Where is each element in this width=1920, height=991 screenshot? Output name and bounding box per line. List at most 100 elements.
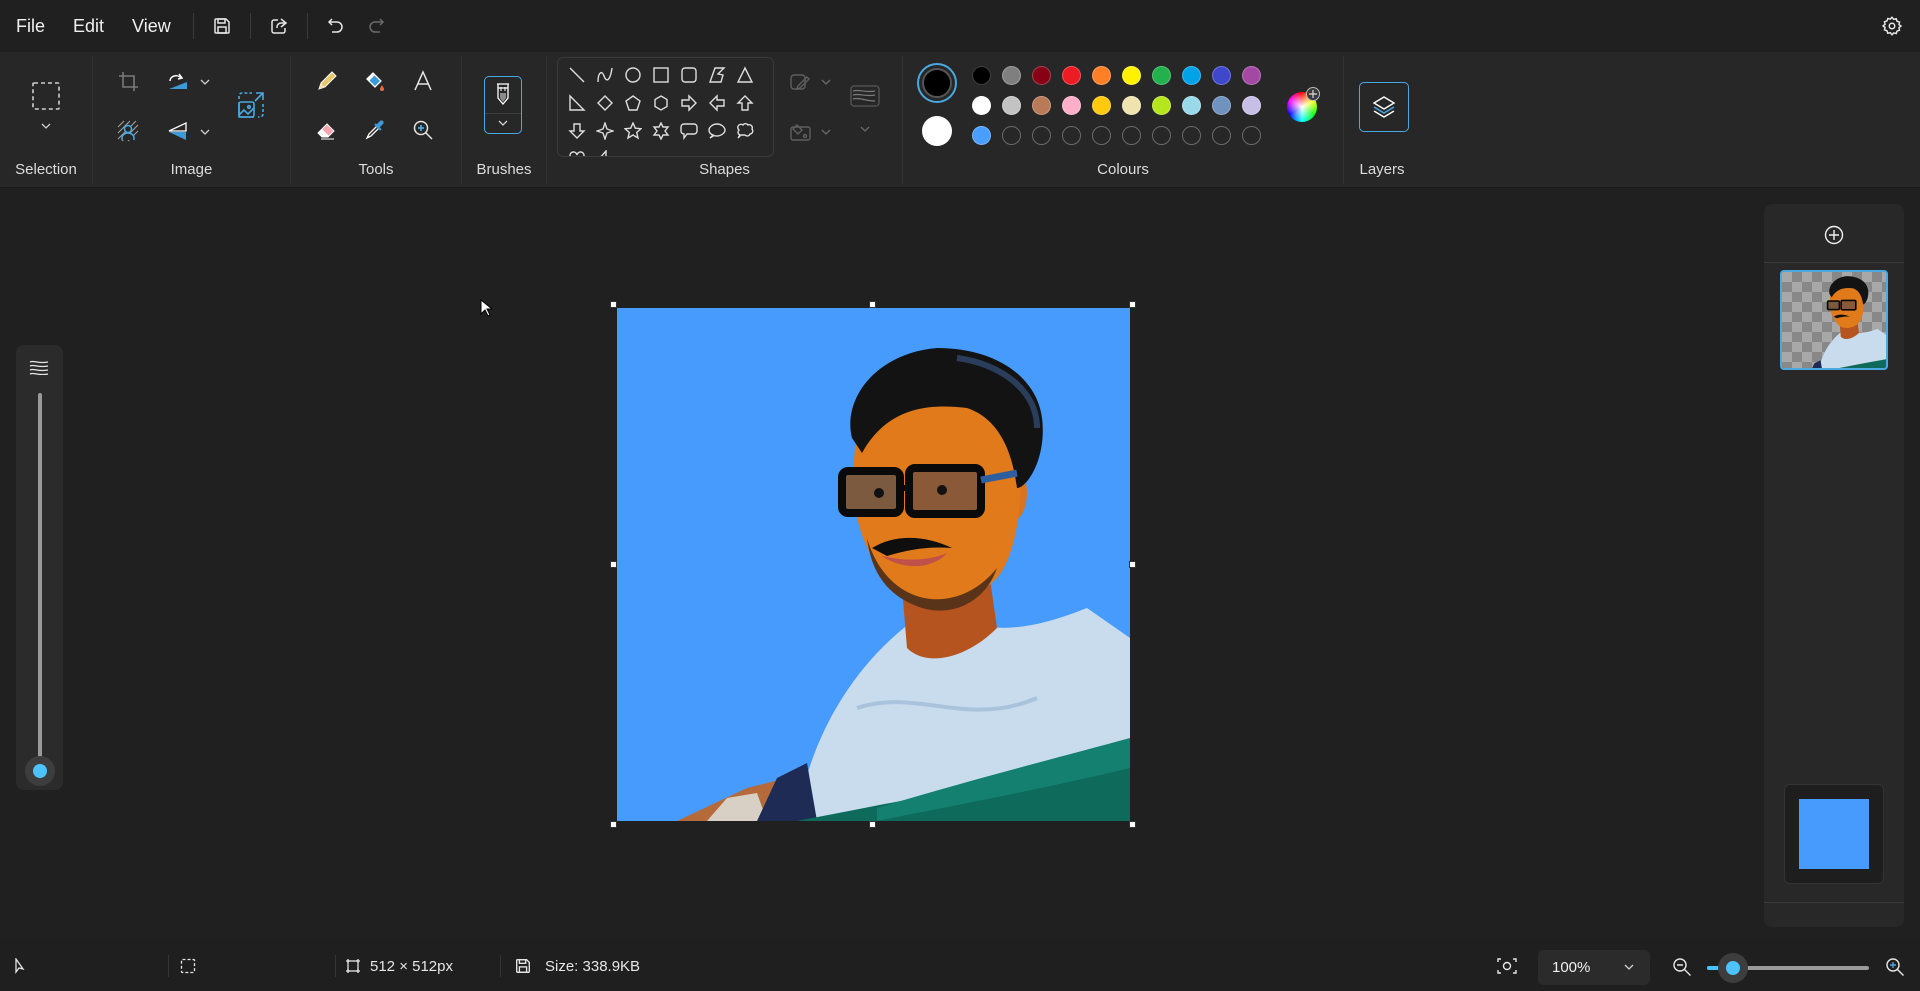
resize-handle-top-left[interactable] <box>610 301 617 308</box>
colour-picker-button[interactable] <box>360 115 390 145</box>
shape-left-arrow[interactable] <box>704 90 730 116</box>
selection-dropdown[interactable] <box>38 120 54 132</box>
brushes-dropdown[interactable] <box>485 115 520 131</box>
shape-four-point-star[interactable] <box>592 118 618 144</box>
colour-swatch[interactable] <box>1002 66 1021 85</box>
shape-curve[interactable] <box>592 62 618 88</box>
rotate-button[interactable] <box>163 66 193 96</box>
primary-colour-button[interactable] <box>917 63 957 103</box>
layer-thumbnail-portrait[interactable] <box>1780 270 1888 370</box>
shape-diamond[interactable] <box>592 90 618 116</box>
save-button[interactable] <box>202 6 242 46</box>
shape-up-arrow[interactable] <box>732 90 758 116</box>
shape-right-triangle[interactable] <box>564 90 590 116</box>
shape-fill-button[interactable] <box>787 118 815 146</box>
custom-colour-slot[interactable] <box>1182 126 1201 145</box>
shape-heart[interactable] <box>564 146 590 156</box>
resize-handle-top[interactable] <box>869 301 876 308</box>
shape-cloud-callout[interactable] <box>732 118 758 144</box>
resize-handle-top-right[interactable] <box>1129 301 1136 308</box>
stroke-size-dropdown[interactable] <box>857 122 873 136</box>
zoom-level-dropdown[interactable]: 100% <box>1538 950 1650 985</box>
colour-swatch[interactable] <box>1242 66 1261 85</box>
redo-button[interactable] <box>356 6 396 46</box>
shape-polygon[interactable] <box>704 62 730 88</box>
colour-swatch[interactable] <box>1212 66 1231 85</box>
shape-oval-callout[interactable] <box>704 118 730 144</box>
custom-colour-slot[interactable] <box>1152 126 1171 145</box>
custom-colour-slot[interactable] <box>1092 126 1111 145</box>
resize-button[interactable] <box>234 88 268 122</box>
crop-button[interactable] <box>115 68 143 96</box>
resize-handle-left[interactable] <box>610 561 617 568</box>
eraser-button[interactable] <box>312 115 342 145</box>
brushes-button[interactable] <box>484 76 522 134</box>
shape-line[interactable] <box>564 62 590 88</box>
opacity-slider-thumb[interactable] <box>25 756 55 786</box>
shape-rounded-callout[interactable] <box>676 118 702 144</box>
stroke-size-button[interactable] <box>848 82 882 110</box>
shape-outline-button[interactable] <box>787 68 815 96</box>
resize-handle-bottom-left[interactable] <box>610 821 617 828</box>
rotate-dropdown[interactable] <box>197 74 213 90</box>
resize-handle-bottom[interactable] <box>869 821 876 828</box>
add-layer-button[interactable] <box>1819 220 1849 250</box>
colour-swatch[interactable] <box>1092 96 1111 115</box>
menu-view[interactable]: View <box>118 8 185 44</box>
colour-swatch[interactable] <box>972 66 991 85</box>
colour-swatch[interactable] <box>1152 66 1171 85</box>
colour-swatch[interactable] <box>1032 66 1051 85</box>
shape-triangle[interactable] <box>732 62 758 88</box>
undo-button[interactable] <box>316 6 356 46</box>
remove-background-button[interactable] <box>113 116 143 146</box>
colour-swatch[interactable] <box>1152 96 1171 115</box>
layer-thumbnail-background[interactable] <box>1784 784 1884 884</box>
custom-colour-slot[interactable] <box>1062 126 1081 145</box>
colour-swatch[interactable] <box>1182 66 1201 85</box>
custom-colour-slot[interactable] <box>1032 126 1051 145</box>
zoom-in-button[interactable] <box>1883 955 1907 979</box>
menu-edit[interactable]: Edit <box>59 8 118 44</box>
resize-handle-bottom-right[interactable] <box>1129 821 1136 828</box>
pencil-button[interactable] <box>312 66 342 96</box>
colour-swatch[interactable] <box>1122 66 1141 85</box>
colour-swatch[interactable] <box>1002 96 1021 115</box>
colour-swatch[interactable] <box>1122 96 1141 115</box>
shape-six-point-star[interactable] <box>648 118 674 144</box>
colour-swatch[interactable] <box>1092 66 1111 85</box>
zoom-slider-thumb[interactable] <box>1717 953 1748 983</box>
text-button[interactable] <box>408 66 438 96</box>
custom-colour-slot[interactable] <box>1242 126 1261 145</box>
shape-outline-dropdown[interactable] <box>818 75 834 89</box>
shape-five-point-star[interactable] <box>620 118 646 144</box>
settings-button[interactable] <box>1876 10 1908 42</box>
colour-swatch[interactable] <box>1212 96 1231 115</box>
custom-colour-slot[interactable] <box>1002 126 1021 145</box>
share-button[interactable] <box>259 6 299 46</box>
shape-down-arrow[interactable] <box>564 118 590 144</box>
flip-dropdown[interactable] <box>197 124 213 140</box>
shape-lightning[interactable] <box>592 146 618 156</box>
layers-button[interactable] <box>1359 82 1409 132</box>
select-rectangle-button[interactable] <box>30 80 62 112</box>
canvas-image[interactable] <box>617 308 1130 821</box>
custom-colour-slot[interactable] <box>1212 126 1231 145</box>
shape-right-arrow[interactable] <box>676 90 702 116</box>
zoom-out-button[interactable] <box>1670 955 1694 979</box>
fill-button[interactable] <box>360 66 390 96</box>
shape-rectangle[interactable] <box>648 62 674 88</box>
colour-swatch[interactable] <box>972 126 991 145</box>
shape-oval[interactable] <box>620 62 646 88</box>
magnifier-button[interactable] <box>408 115 438 145</box>
shape-pentagon[interactable] <box>620 90 646 116</box>
colour-swatch[interactable] <box>972 96 991 115</box>
shape-rounded-rectangle[interactable] <box>676 62 702 88</box>
colour-swatch[interactable] <box>1062 96 1081 115</box>
fit-to-window-button[interactable] <box>1494 955 1520 977</box>
flip-button[interactable] <box>163 116 193 146</box>
secondary-colour-button[interactable] <box>922 116 952 146</box>
menu-file[interactable]: File <box>2 8 59 44</box>
colour-swatch[interactable] <box>1032 96 1051 115</box>
colour-swatch[interactable] <box>1062 66 1081 85</box>
resize-handle-right[interactable] <box>1129 561 1136 568</box>
